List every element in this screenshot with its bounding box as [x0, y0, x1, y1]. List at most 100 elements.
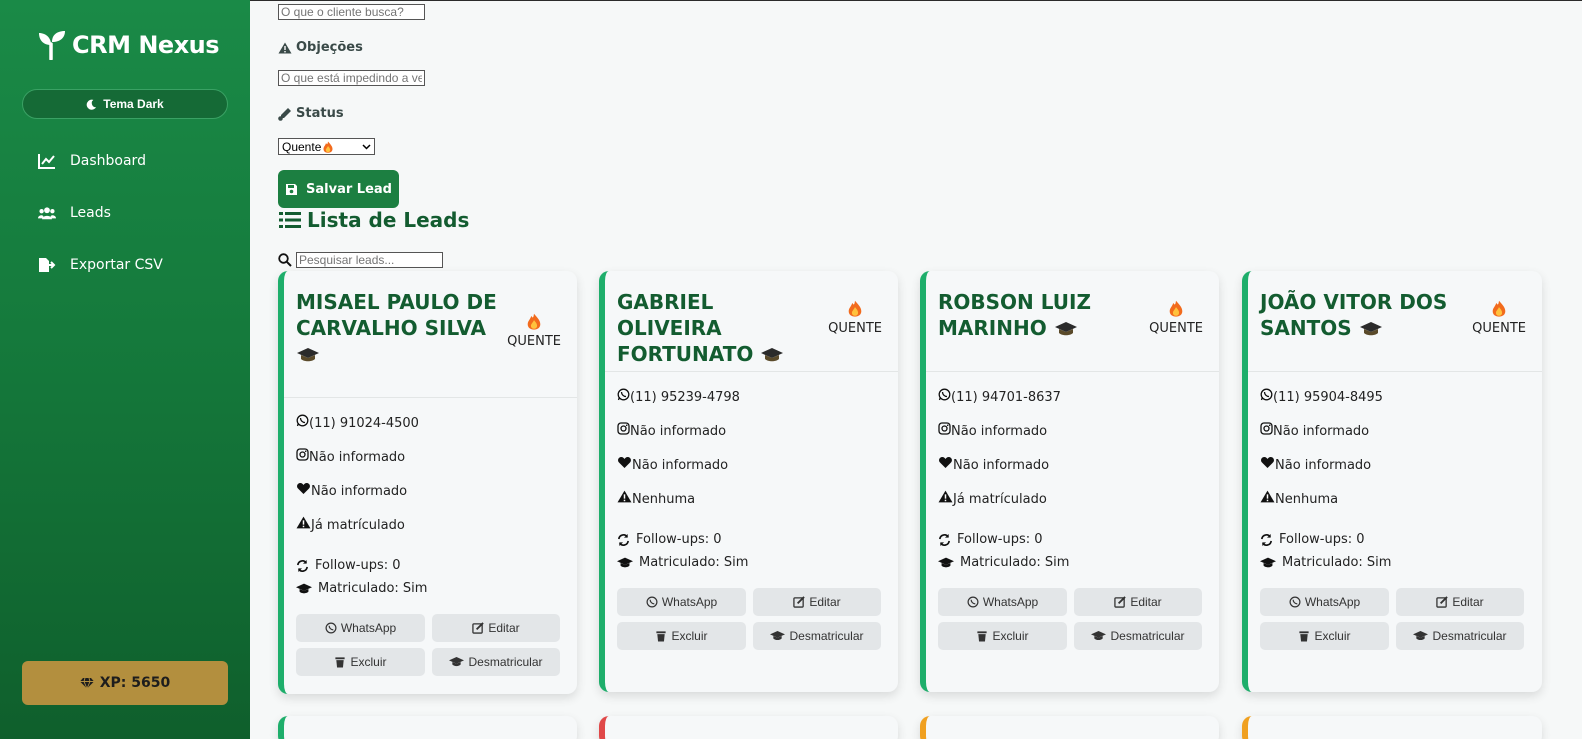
lead-phone: (11) 95904-8495: [1260, 388, 1530, 424]
delete-button[interactable]: Excluir: [617, 622, 746, 650]
unenroll-button-label: Desmatricular: [1110, 629, 1185, 643]
whatsapp-button[interactable]: WhatsApp: [1260, 588, 1389, 616]
instagram-icon: [1260, 422, 1273, 435]
lead-objection-text: Nenhuma: [1275, 492, 1339, 507]
unenroll-button[interactable]: Desmatricular: [753, 622, 881, 650]
graduation-cap-icon: [770, 631, 786, 641]
graduation-cap-icon: [1359, 322, 1382, 336]
leads-search: [278, 252, 443, 268]
lead-card-body: (11) 94701-8637 Não informado Não inform…: [926, 372, 1219, 692]
lead-card: ROBSON LUIZ MARINHO QUENTE (11) 94701-86…: [920, 271, 1219, 692]
lead-status: QUENTE: [828, 300, 882, 336]
lead-interest-text: Não informado: [1275, 458, 1372, 473]
leads-search-input[interactable]: [296, 252, 443, 268]
lead-instagram-text: Não informado: [309, 450, 406, 465]
instagram-icon: [296, 448, 309, 461]
delete-button[interactable]: Excluir: [1260, 622, 1389, 650]
trash-icon: [1299, 631, 1310, 642]
sidebar-item-label: Dashboard: [70, 153, 146, 169]
unenroll-button[interactable]: Desmatricular: [1074, 622, 1202, 650]
lead-interest-text: Não informado: [311, 484, 408, 499]
whatsapp-icon: [296, 414, 309, 427]
edit-button-label: Editar: [1452, 595, 1484, 609]
lead-enrolled: Matriculado: Sim: [938, 551, 1207, 574]
lead-objection-text: Já matrículado: [953, 492, 1047, 507]
lead-card: MISAEL PAULO DE CARVALHO SILVA QUENTE (1…: [278, 271, 577, 694]
lead-interest: Não informado: [617, 457, 886, 492]
graduation-cap-icon: [1091, 631, 1107, 641]
lead-name: GABRIEL OLIVEIRA FORTUNATO: [617, 289, 822, 367]
lead-card-body: (11) 95239-4798 Não informado Não inform…: [605, 372, 898, 692]
edit-button-label: Editar: [488, 621, 520, 635]
lead-followups-text: Follow-ups: 0: [315, 558, 401, 573]
lead-actions: WhatsApp Editar Excluir Desmatricular: [1260, 574, 1530, 692]
whatsapp-button[interactable]: WhatsApp: [617, 588, 746, 616]
chart-line-icon: [38, 154, 55, 169]
graduation-cap-icon: [1054, 322, 1077, 336]
heart-icon: [939, 457, 952, 468]
edit-button[interactable]: Editar: [432, 614, 560, 642]
flame-icon: [1492, 300, 1506, 317]
flame-icon: [527, 313, 541, 330]
lead-card-header: MISAEL PAULO DE CARVALHO SILVA QUENTE: [284, 271, 577, 398]
delete-button-label: Excluir: [671, 629, 708, 643]
lead-card-header: GABRIEL OLIVEIRA FORTUNATO QUENTE: [605, 271, 898, 372]
sidebar-item-label: Exportar CSV: [70, 257, 163, 273]
edit-icon: [793, 596, 806, 608]
instagram-icon: [938, 422, 951, 435]
sidebar-item-dashboard[interactable]: Dashboard: [38, 153, 146, 169]
status-select-value: Quente: [282, 139, 322, 154]
busca-input[interactable]: [278, 4, 425, 20]
chevron-down-icon: [362, 143, 371, 150]
lead-card-body: (11) 95904-8495 Não informado Não inform…: [1248, 372, 1542, 692]
heart-icon: [618, 457, 631, 468]
whatsapp-icon: [938, 388, 951, 401]
lead-interest-text: Não informado: [632, 458, 729, 473]
edit-button[interactable]: Editar: [1396, 588, 1524, 616]
lead-name-text: GABRIEL OLIVEIRA FORTUNATO: [617, 290, 754, 366]
sync-icon: [939, 533, 950, 546]
edit-icon: [1114, 596, 1127, 608]
theme-toggle-button[interactable]: Tema Dark: [22, 89, 228, 119]
whatsapp-icon: [967, 596, 979, 608]
graduation-cap-icon: [617, 557, 633, 567]
graduation-cap-icon: [449, 657, 465, 667]
whatsapp-icon: [1289, 596, 1301, 608]
delete-button-label: Excluir: [350, 655, 387, 669]
lead-objection-text: Já matrículado: [311, 518, 405, 533]
leads-list-title-text: Lista de Leads: [307, 208, 470, 232]
unenroll-button-label: Desmatricular: [789, 629, 864, 643]
lead-status-text: QUENTE: [828, 321, 882, 336]
whatsapp-button-label: WhatsApp: [340, 621, 397, 635]
sync-icon: [297, 559, 308, 572]
save-lead-button[interactable]: Salvar Lead: [278, 170, 399, 208]
lead-followups: Follow-ups: 0: [1260, 528, 1530, 551]
trash-icon: [335, 657, 346, 668]
sidebar-item-export-csv[interactable]: Exportar CSV: [38, 257, 163, 273]
users-icon: [38, 207, 56, 220]
lead-objection: Nenhuma: [1260, 490, 1530, 526]
sidebar: CRM Nexus Tema Dark Dashboard Leads Expo…: [0, 0, 250, 739]
status-select[interactable]: Quente: [278, 138, 375, 155]
graduation-cap-icon: [296, 583, 312, 593]
lead-phone-text: (11) 91024-4500: [309, 416, 419, 431]
lead-status: QUENTE: [1472, 300, 1526, 336]
sidebar-item-leads[interactable]: Leads: [38, 205, 111, 221]
edit-icon: [1436, 596, 1449, 608]
whatsapp-button[interactable]: WhatsApp: [296, 614, 425, 642]
objecoes-input[interactable]: [278, 70, 425, 86]
moon-icon: [86, 99, 97, 110]
unenroll-button[interactable]: Desmatricular: [1396, 622, 1524, 650]
edit-button[interactable]: Editar: [753, 588, 881, 616]
edit-button[interactable]: Editar: [1074, 588, 1202, 616]
delete-button[interactable]: Excluir: [296, 648, 425, 676]
whatsapp-button[interactable]: WhatsApp: [938, 588, 1067, 616]
instagram-icon: [617, 422, 630, 435]
lead-actions: WhatsApp Editar Excluir Desmatricular: [938, 574, 1207, 692]
lead-enrolled: Matriculado: Sim: [296, 577, 565, 600]
delete-button[interactable]: Excluir: [938, 622, 1067, 650]
lead-status-text: QUENTE: [1149, 321, 1203, 336]
unenroll-button[interactable]: Desmatricular: [432, 648, 560, 676]
lead-card: GABRIEL OLIVEIRA FORTUNATO QUENTE (11) 9…: [599, 271, 898, 692]
heart-icon: [297, 483, 310, 494]
